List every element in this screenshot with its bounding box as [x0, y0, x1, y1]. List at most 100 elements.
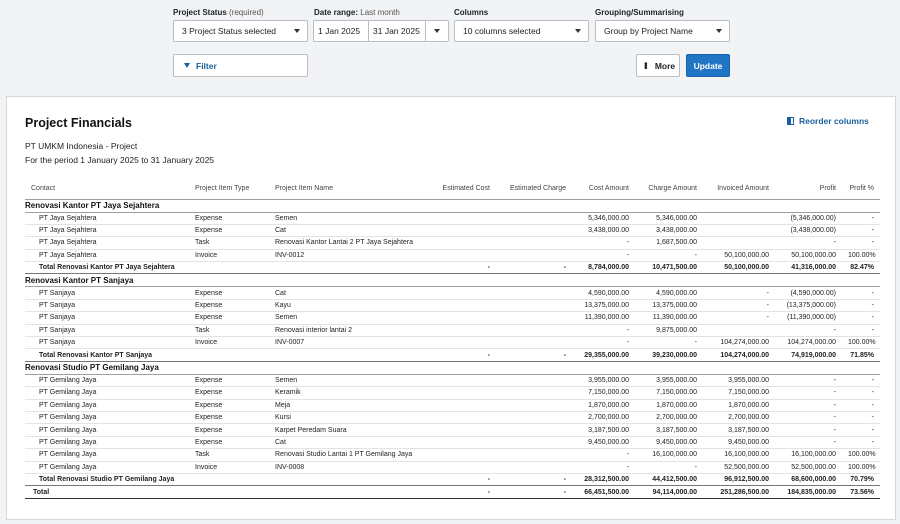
group-total-row: Total Renovasi Kantor PT Jaya Sejahtera -… — [25, 261, 880, 275]
project-status-select[interactable]: 3 Project Status selected — [173, 20, 308, 42]
more-vertical-icon: ••• — [640, 62, 651, 69]
group-title: Renovasi Kantor PT Jaya Sejahtera — [25, 199, 880, 213]
table-cell: Task — [189, 236, 269, 250]
table-row: PT Jaya Sejahtera Task Renovasi Kantor Lan… — [25, 236, 880, 250]
group-total-row: Total Renovasi Kantor PT Sanjaya - -29,355… — [25, 348, 880, 362]
table-cell — [424, 336, 496, 350]
update-button[interactable]: Update — [686, 54, 730, 77]
table-row: PT Jaya Sejahtera Invoice INV-0012- -50,100… — [25, 249, 880, 263]
project-status-label: Project Status (required) — [173, 8, 264, 17]
table-row: PT Jaya Sejahtera Expense Semen 5,346,000.0… — [25, 212, 880, 225]
table-cell: PT Sanjaya — [25, 299, 189, 313]
table-cell — [424, 311, 496, 325]
table-cell: - — [842, 374, 880, 388]
table-cell: - — [496, 485, 572, 499]
table-cell — [424, 299, 496, 313]
filter-button[interactable]: Filter — [173, 54, 308, 77]
date-to-input[interactable]: 31 Jan 2025 — [368, 20, 426, 42]
table-cell: 16,100,000.00 — [703, 448, 775, 462]
table-cell: 9,450,000.00 — [572, 436, 635, 450]
column-header[interactable]: Cost Amount — [572, 179, 635, 200]
table-cell: Invoice — [189, 461, 269, 474]
table-cell: - — [572, 249, 635, 263]
column-header[interactable]: Profit — [775, 179, 842, 200]
more-button[interactable]: ••• More — [636, 54, 680, 77]
columns-select[interactable]: 10 columns selected — [454, 20, 589, 42]
table-cell — [703, 324, 775, 338]
table-cell: 1,870,000.00 — [572, 399, 635, 412]
column-header[interactable]: Charge Amount — [635, 179, 703, 200]
chevron-down-icon — [294, 29, 300, 33]
table-cell — [496, 399, 572, 412]
table-cell: Kursi — [269, 411, 424, 425]
table-cell — [703, 236, 775, 250]
group-header-row: Renovasi Kantor PT Jaya Sejahtera — [25, 199, 880, 213]
table-cell: PT Gemilang Jaya — [25, 436, 189, 450]
table-cell: 10,471,500.00 — [635, 261, 703, 275]
table-cell — [496, 336, 572, 350]
table-cell: 9,875,000.00 — [635, 324, 703, 338]
table-cell: 2,700,000.00 — [703, 411, 775, 425]
table-cell — [496, 411, 572, 425]
table-cell: - — [424, 472, 496, 487]
date-range-dropdown[interactable] — [425, 20, 449, 42]
table-cell: - — [842, 236, 880, 250]
table-cell: 3,438,000.00 — [572, 224, 635, 238]
table-cell: - — [424, 348, 496, 362]
table-cell: 44,412,500.00 — [635, 472, 703, 487]
table-cell — [424, 423, 496, 437]
date-from-input[interactable]: 1 Jan 2025 — [313, 20, 369, 42]
table-cell: INV-0008 — [269, 461, 424, 474]
table-cell: - — [842, 324, 880, 338]
table-cell — [496, 286, 572, 300]
table-cell — [424, 461, 496, 474]
table-cell: PT Sanjaya — [25, 286, 189, 300]
table-cell: - — [842, 411, 880, 425]
table-cell: - — [496, 348, 572, 362]
table-cell: Expense — [189, 212, 269, 225]
table-cell — [424, 448, 496, 462]
table-cell — [189, 472, 269, 487]
table-cell: - — [496, 472, 572, 487]
group-header-row: Renovasi Kantor PT Sanjaya — [25, 273, 880, 288]
table-cell: 28,312,500.00 — [572, 472, 635, 487]
column-header[interactable]: Invoiced Amount — [703, 179, 775, 200]
table-cell: 5,346,000.00 — [635, 212, 703, 225]
table-row: PT Sanjaya Expense Kayu 13,375,000.00 13,375… — [25, 299, 880, 313]
table-cell: Expense — [189, 399, 269, 412]
reorder-columns-link[interactable]: Reorder columns — [787, 116, 869, 126]
column-header[interactable]: Project Item Type — [189, 179, 269, 200]
column-header[interactable]: Profit % — [842, 179, 880, 200]
column-header[interactable]: Estimated Charge — [496, 179, 572, 200]
column-header[interactable]: Estimated Cost — [424, 179, 496, 200]
grouping-select[interactable]: Group by Project Name — [595, 20, 730, 42]
table-cell: PT Sanjaya — [25, 311, 189, 325]
table-cell: PT Gemilang Jaya — [25, 399, 189, 412]
table-cell: Semen — [269, 374, 424, 388]
table-cell — [496, 324, 572, 338]
table-cell: 100.00% — [842, 448, 880, 462]
table-cell: Total — [25, 485, 189, 499]
grouping-label: Grouping/Summarising — [595, 8, 684, 17]
column-header[interactable]: Project Item Name — [269, 179, 424, 200]
table-cell: - — [842, 399, 880, 412]
table-cell: 184,835,000.00 — [775, 485, 842, 499]
column-header[interactable]: Contact — [25, 179, 189, 200]
table-cell — [424, 386, 496, 400]
organisation-name: PT UMKM Indonesia - Project — [25, 141, 138, 151]
table-cell: - — [842, 286, 880, 300]
table-cell — [269, 261, 424, 275]
table-row: PT Gemilang Jaya Expense Semen 3,955,000.00… — [25, 374, 880, 388]
report-toolbar: Project Status (required) 3 Project Stat… — [0, 0, 900, 95]
table-cell: Total Renovasi Kantor PT Sanjaya — [25, 348, 189, 362]
table-cell: - — [572, 324, 635, 338]
table-cell: 41,316,000.00 — [775, 261, 842, 275]
table-cell: Expense — [189, 386, 269, 400]
table-cell — [269, 348, 424, 362]
table-cell: - — [842, 212, 880, 225]
table-cell — [424, 236, 496, 250]
table-cell: - — [775, 386, 842, 400]
grouping-value: Group by Project Name — [604, 26, 693, 36]
table-cell: 4,590,000.00 — [572, 286, 635, 300]
table-cell — [424, 249, 496, 263]
